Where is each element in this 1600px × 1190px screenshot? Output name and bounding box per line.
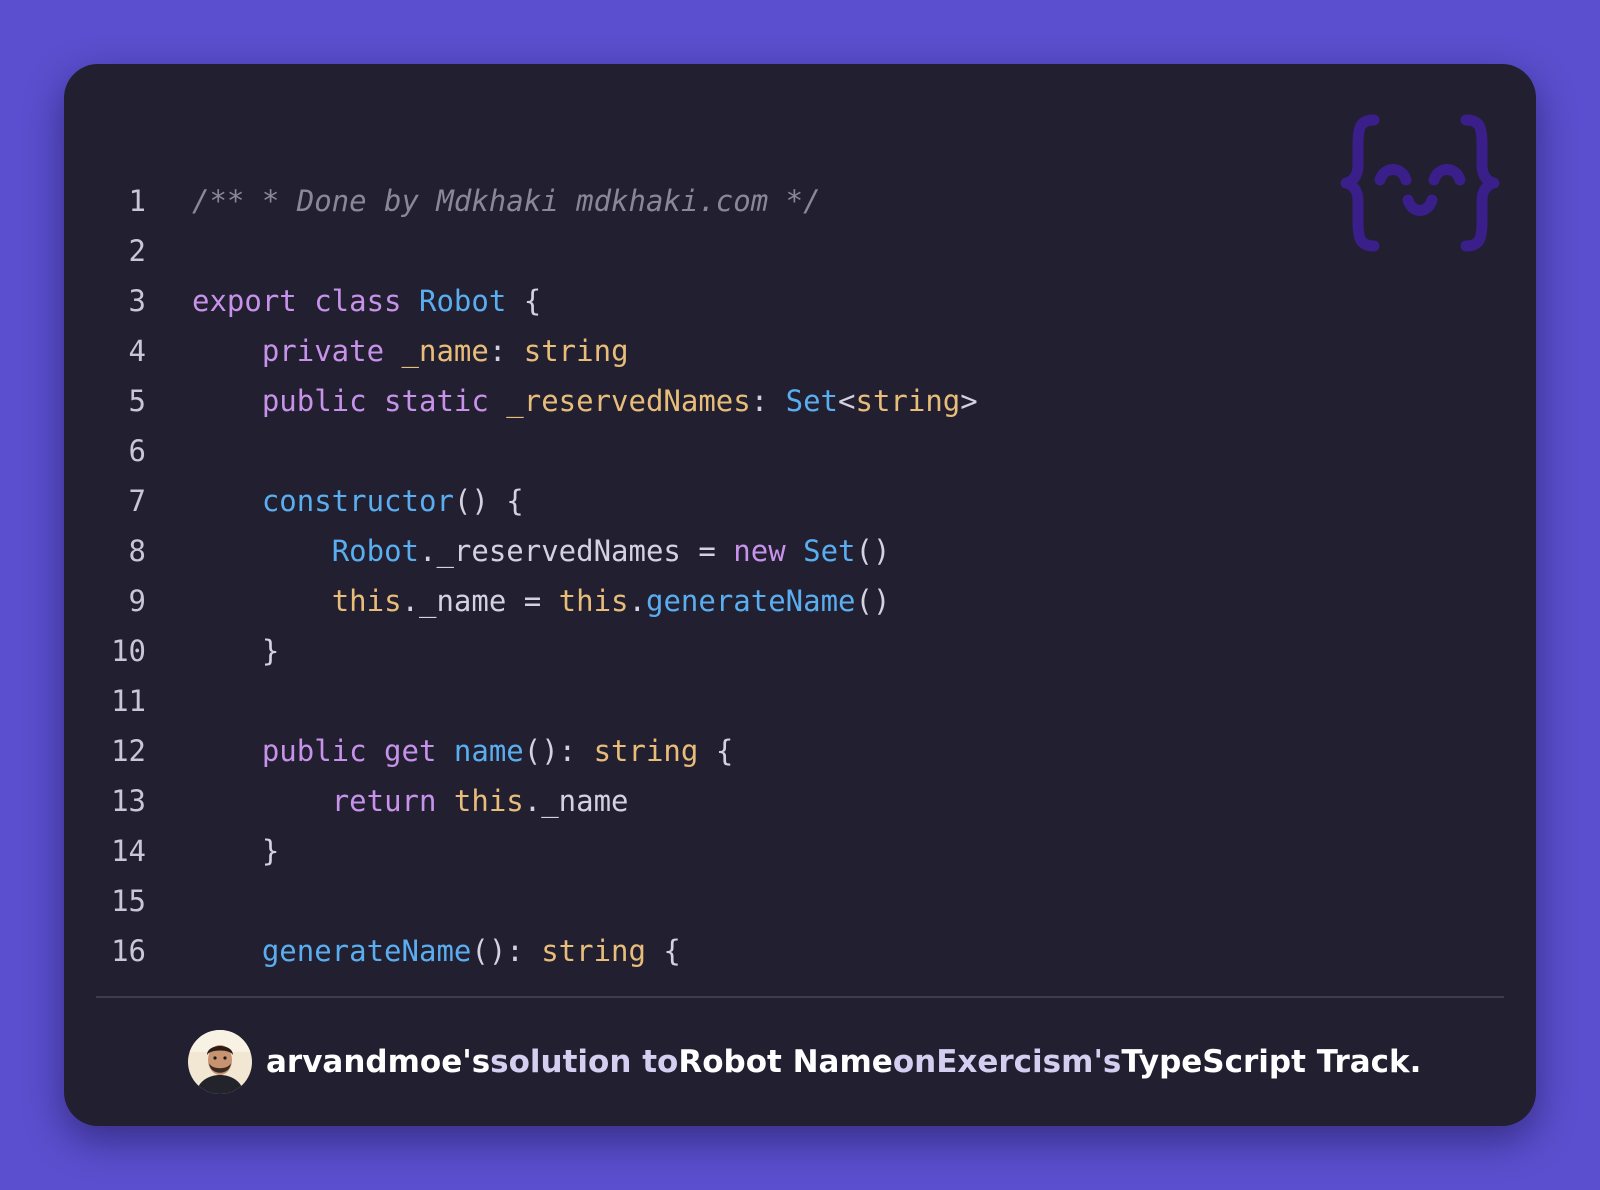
code-token: _reservedNames (506, 384, 751, 418)
exercism-logo-icon (1340, 114, 1500, 252)
code-token: . (628, 584, 646, 618)
line-number: 5 (128, 384, 146, 418)
code-token: this (558, 584, 629, 618)
code-token: : (750, 384, 786, 418)
code-token: generateName (645, 584, 856, 618)
line-number: 4 (128, 334, 146, 368)
code-token: () (855, 584, 891, 618)
code-text: constructor() { (192, 476, 524, 527)
line-number: 13 (111, 784, 146, 818)
code-token: this (331, 584, 402, 618)
site-name[interactable]: Exercism (936, 1044, 1093, 1080)
code-text: export class Robot { (192, 276, 541, 327)
on-text: on (892, 1044, 937, 1080)
code-token: Set (785, 384, 839, 418)
code-text: public get name(): string { (192, 726, 733, 777)
code-text: generateName(): string { (192, 926, 681, 977)
line-number: 8 (128, 534, 146, 568)
line-number: 2 (128, 234, 146, 268)
code-token: export class (192, 284, 419, 318)
line-number: 7 (128, 484, 146, 518)
code-token: new (733, 534, 804, 568)
author-avatar (188, 1030, 252, 1094)
code-token: ._reservedNames = (419, 534, 734, 568)
code-text: } (192, 626, 279, 677)
code-token: string (523, 334, 629, 368)
code-text: Robot._reservedNames = new Set() (192, 526, 891, 577)
code-token: name (453, 734, 524, 768)
code-token: string (541, 934, 646, 968)
exercise-name[interactable]: Robot Name (678, 1044, 892, 1080)
code-token: public get (261, 734, 454, 768)
line-number: 1 (128, 184, 146, 218)
line-number: 15 (111, 884, 146, 918)
divider (96, 996, 1504, 998)
line-number: 10 (111, 634, 146, 668)
attribution-footer: arvandmoe 's solution to Robot Name on E… (188, 1030, 1421, 1094)
code-token: return (331, 784, 454, 818)
code-text: private _name: string (192, 326, 629, 377)
code-token: (): (471, 934, 542, 968)
line-number: 12 (111, 734, 146, 768)
line-number: 16 (111, 934, 146, 968)
code-token: { (645, 934, 681, 968)
code-token: : (488, 334, 524, 368)
code-token: () (855, 534, 891, 568)
author-possessive: 's (462, 1044, 491, 1080)
solution-text: solution to (490, 1044, 679, 1080)
code-token: } (192, 834, 280, 868)
code-token: ._name = (401, 584, 559, 618)
code-token: Robot (331, 534, 419, 568)
line-number: 6 (128, 434, 146, 468)
code-token: /** * Done by Mdkhaki mdkhaki.com */ (192, 184, 821, 218)
code-text: /** * Done by Mdkhaki mdkhaki.com */ (192, 176, 821, 227)
code-token: < (838, 384, 856, 418)
code-token: private (261, 334, 402, 368)
code-snippet-card: 1 /** * Done by Mdkhaki mdkhaki.com */ 2 3 e… (64, 64, 1536, 1126)
code-text: return this._name (192, 776, 629, 827)
code-token: (): (523, 734, 594, 768)
code-token: { (698, 734, 734, 768)
code-token: } (192, 634, 280, 668)
code-token: Robot (418, 284, 507, 318)
site-possessive: 's (1093, 1044, 1122, 1080)
code-token: public static (261, 384, 507, 418)
code-token: > (960, 384, 978, 418)
code-token: constructor (261, 484, 454, 518)
code-text: } (192, 826, 279, 877)
code-text: this._name = this.generateName() (192, 576, 891, 627)
code-token: () { (453, 484, 524, 518)
line-number: 3 (128, 284, 146, 318)
code-token: Set (803, 534, 856, 568)
line-number: 9 (128, 584, 146, 618)
code-token: { (506, 284, 542, 318)
code-token: string (855, 384, 961, 418)
line-number: 14 (111, 834, 146, 868)
code-text: public static _reservedNames: Set<string… (192, 376, 978, 427)
code-token: this (453, 784, 524, 818)
code-token: ._name (523, 784, 629, 818)
code-token: string (593, 734, 699, 768)
code-token: _name (401, 334, 489, 368)
code-token: generateName (261, 934, 472, 968)
line-number: 11 (111, 684, 146, 718)
track-name[interactable]: TypeScript Track. (1121, 1044, 1421, 1080)
author-name[interactable]: arvandmoe (266, 1044, 462, 1080)
